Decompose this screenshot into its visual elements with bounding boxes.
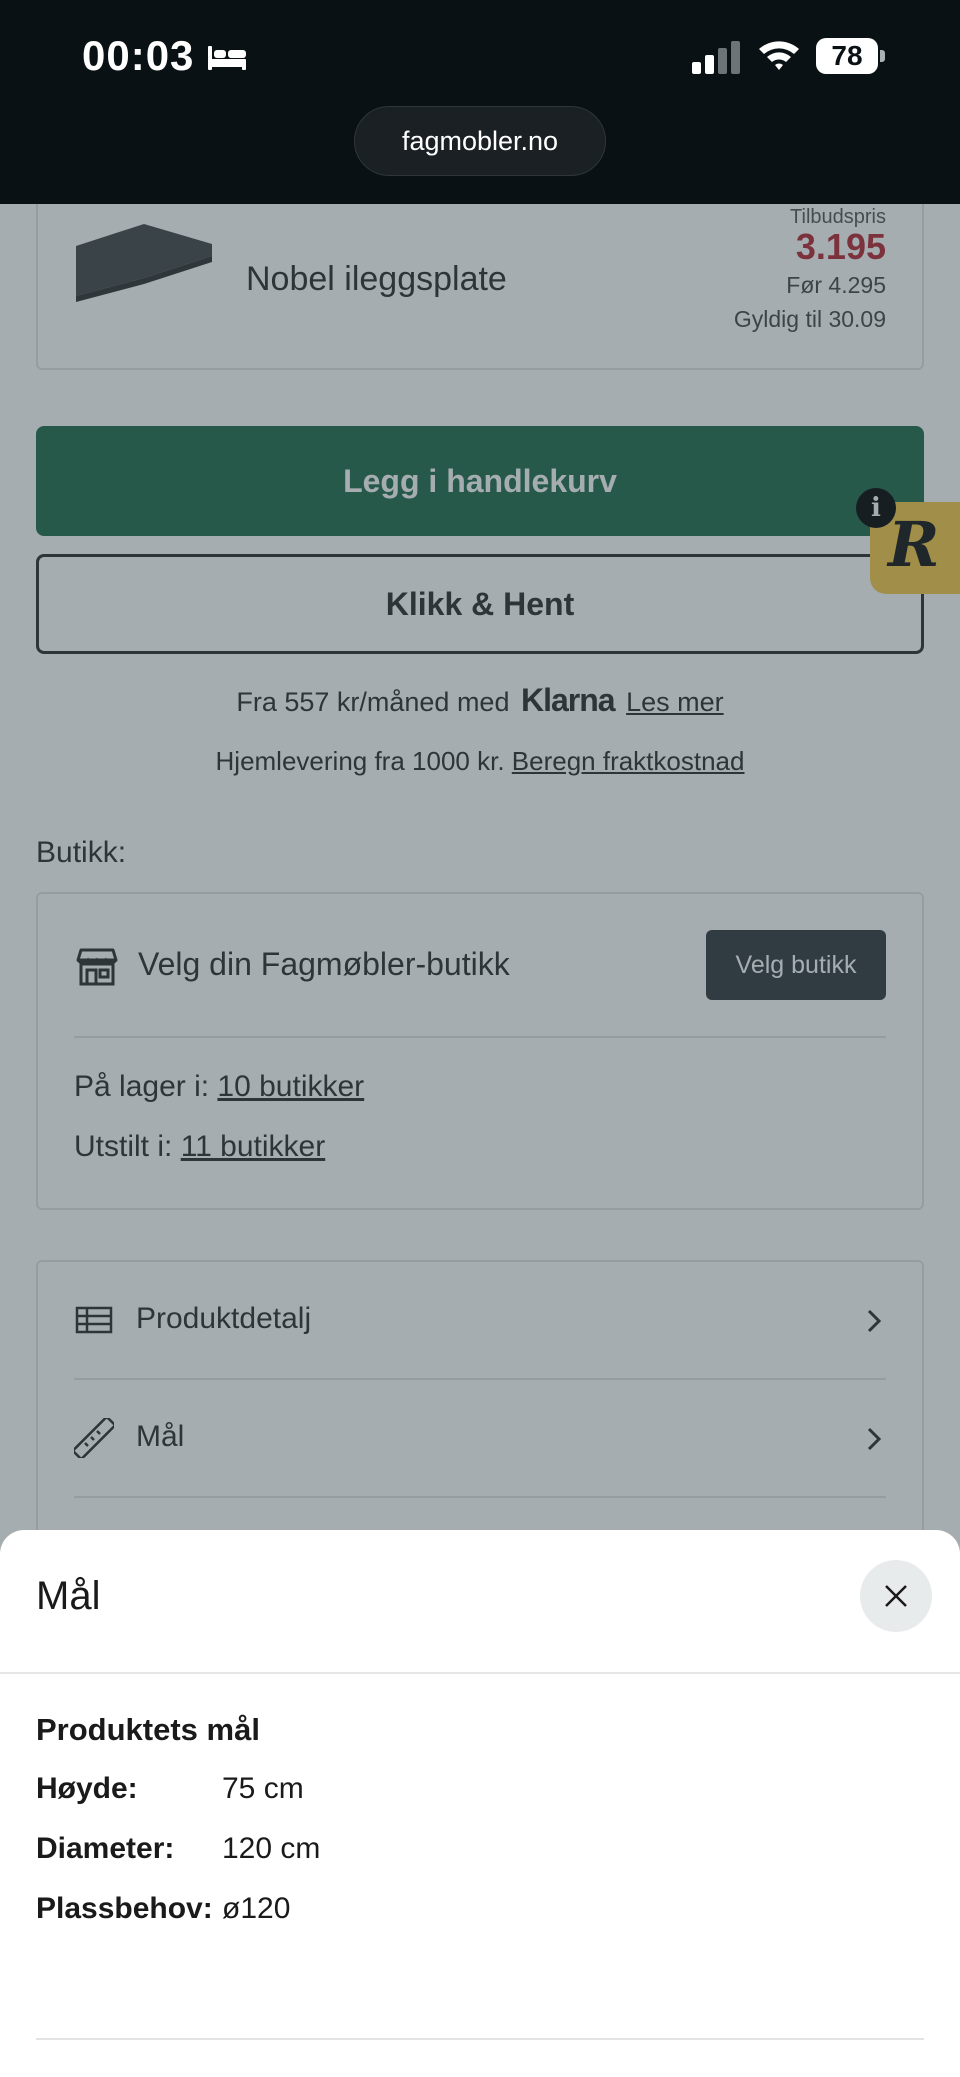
dimension-value: 120 cm <box>222 1832 321 1865</box>
product-dimensions-heading: Produktets mål <box>36 1712 260 1747</box>
dimension-key: Høyde: <box>36 1772 138 1805</box>
dimension-value: ø120 <box>222 1892 291 1925</box>
dimension-key: Diameter: <box>36 1832 175 1865</box>
dimension-row: Høyde: 75 cm <box>36 1772 304 1806</box>
sheet-title: Mål <box>36 1574 101 1618</box>
signal-icon <box>692 41 740 74</box>
close-icon <box>885 1585 907 1607</box>
status-time: 00:03 <box>82 32 195 79</box>
status-bar: 00:03 78 fagmobler.no <box>0 0 960 204</box>
dimension-key: Plassbehov: <box>36 1892 213 1925</box>
close-button[interactable] <box>860 1560 932 1632</box>
battery-level: 78 <box>831 40 863 71</box>
dimensions-sheet: Mål Produktets mål Høyde: 75 cm Diameter:… <box>0 1530 960 2077</box>
divider <box>0 1672 960 1674</box>
dimension-row: Plassbehov: ø120 <box>36 1892 290 1926</box>
url-bar[interactable]: fagmobler.no <box>354 106 606 176</box>
wifi-icon <box>759 41 799 70</box>
battery-icon: 78 <box>816 38 886 74</box>
dimension-row: Diameter: 120 cm <box>36 1832 320 1866</box>
dimension-value: 75 cm <box>222 1772 304 1805</box>
divider <box>36 2038 924 2040</box>
bed-icon <box>208 46 246 70</box>
